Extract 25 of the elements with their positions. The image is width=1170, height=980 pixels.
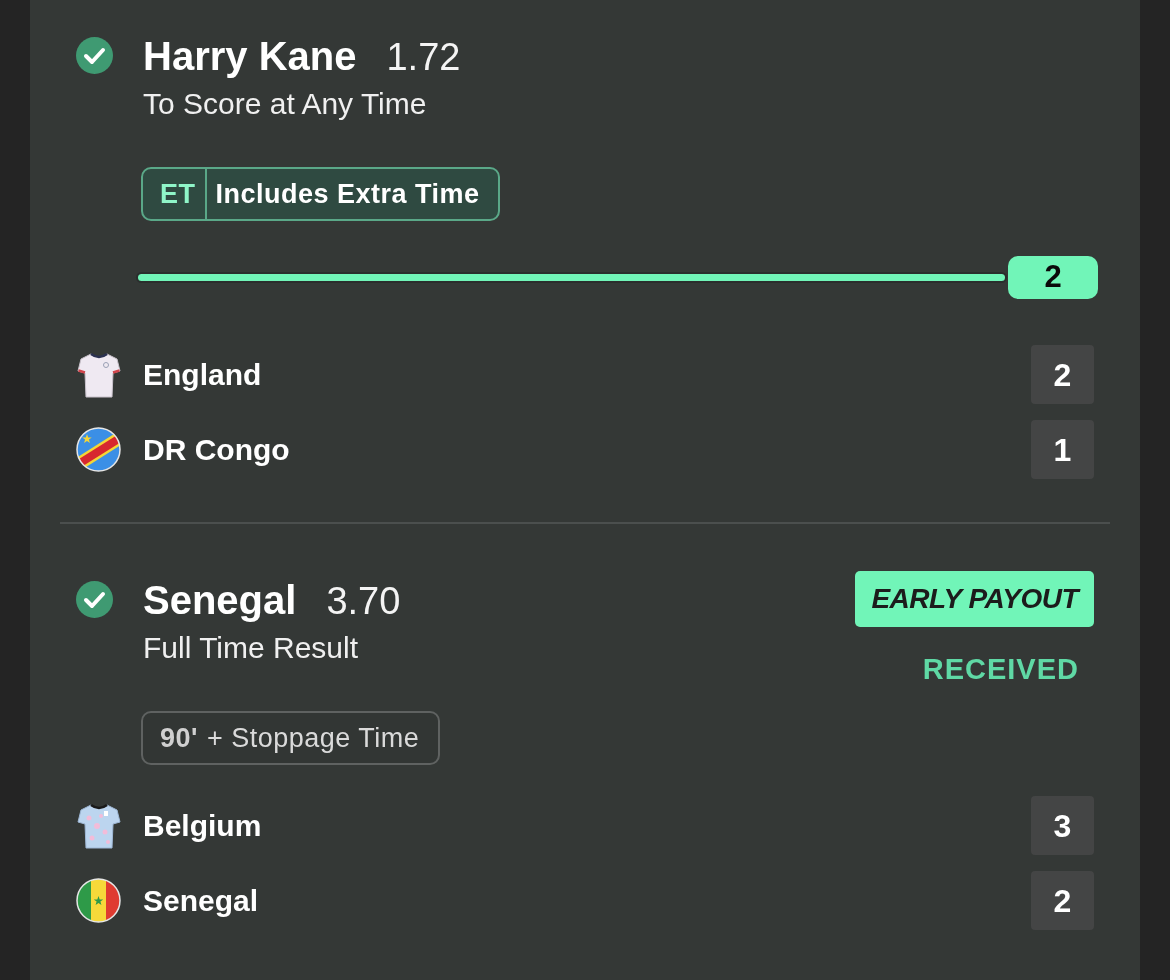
selection-name: Harry Kane	[143, 33, 357, 80]
payout-status: RECEIVED	[922, 653, 1079, 685]
shirt-icon	[76, 801, 121, 850]
flag-icon	[76, 427, 121, 472]
progress-value: 2	[1008, 256, 1098, 299]
odds-value: 1.72	[386, 35, 461, 80]
market-name: To Score at Any Time	[143, 86, 428, 122]
team-score: 2	[1031, 871, 1094, 930]
time-code: ET	[159, 177, 197, 211]
team-score: 2	[1031, 345, 1094, 404]
team-name: DR Congo	[143, 432, 290, 468]
selection-name: Senegal	[143, 577, 297, 624]
team-score: 1	[1031, 420, 1094, 479]
team-name: England	[143, 357, 262, 393]
team-name: Belgium	[143, 808, 262, 844]
time-code: 90'	[159, 721, 198, 755]
flag-icon	[76, 878, 121, 923]
market-name: Full Time Result	[143, 630, 360, 666]
time-label: + Stoppage Time	[205, 721, 421, 755]
time-label: Includes Extra Time	[204, 169, 498, 219]
team-name: Senegal	[143, 883, 259, 919]
team-score: 3	[1031, 796, 1094, 855]
early-payout-tag: EARLY PAYOUT	[855, 571, 1094, 627]
shirt-icon	[76, 350, 121, 399]
odds-value: 3.70	[326, 579, 401, 624]
